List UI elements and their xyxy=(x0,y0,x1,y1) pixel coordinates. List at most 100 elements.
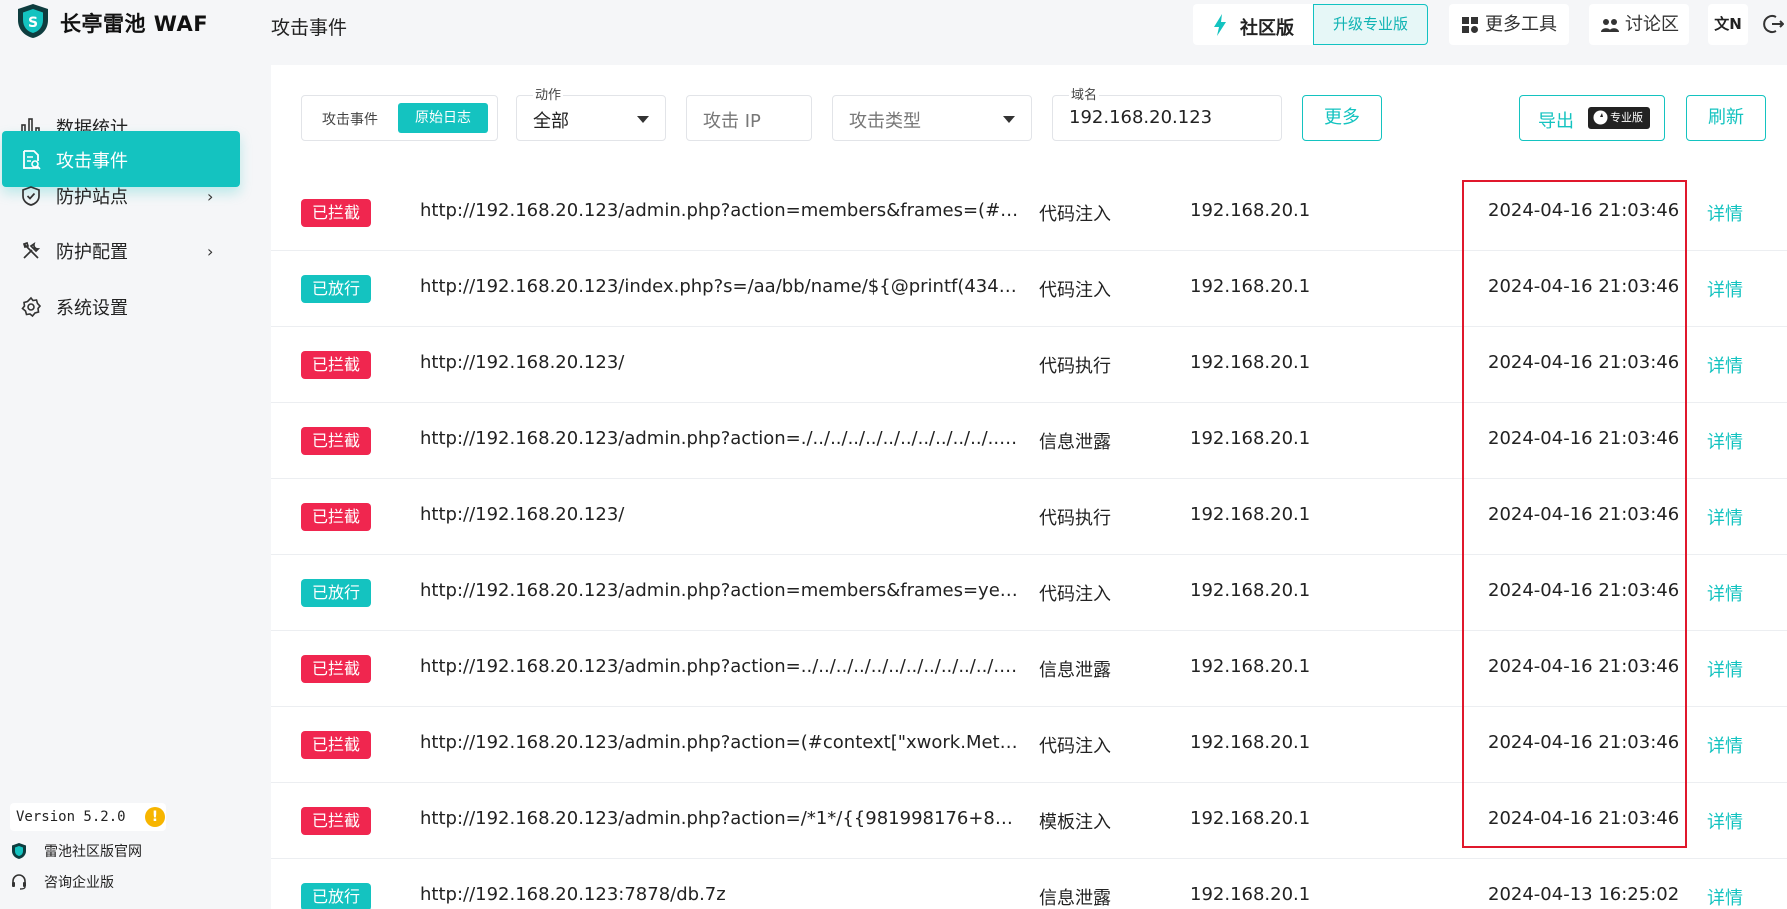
status-badge: 已拦截 xyxy=(301,807,371,835)
forum-label: 讨论区 xyxy=(1625,14,1679,35)
community-edition-label: 社区版 xyxy=(1240,18,1294,39)
source-ip: 192.168.20.1 xyxy=(1190,732,1311,753)
detail-link[interactable]: 详情 xyxy=(1707,808,1757,834)
sidebar-item-protected-sites[interactable]: 防护站点 › xyxy=(2,167,240,223)
enterprise-consult-label: 咨询企业版 xyxy=(44,875,114,891)
grid-icon xyxy=(1462,17,1478,33)
table-row[interactable]: 已放行 http://192.168.20.123/admin.php?actio… xyxy=(271,555,1787,631)
table-row[interactable]: 已拦截 http://192.168.20.123/admin.php?actio… xyxy=(271,707,1787,783)
action-select[interactable]: 动作 全部 xyxy=(516,84,666,141)
event-time: 2024-04-16 21:03:46 xyxy=(1488,352,1680,373)
detail-link[interactable]: 详情 xyxy=(1707,352,1757,378)
detail-link[interactable]: 详情 xyxy=(1707,276,1757,302)
safeline-logo: S xyxy=(18,4,48,38)
attack-type: 代码注入 xyxy=(1039,280,1111,301)
detail-link[interactable]: 详情 xyxy=(1707,656,1757,682)
segment-raw-logs[interactable]: 原始日志 xyxy=(398,103,488,133)
pro-badge-label: 专业版 xyxy=(1610,111,1643,124)
table-row[interactable]: 已放行 http://192.168.20.123/index.php?s=/aa… xyxy=(271,251,1787,327)
attack-type: 代码执行 xyxy=(1039,356,1111,377)
request-url: http://192.168.20.123:7878/db.7z xyxy=(420,884,726,905)
source-ip: 192.168.20.1 xyxy=(1190,428,1311,449)
source-ip: 192.168.20.1 xyxy=(1190,580,1311,601)
status-badge: 已拦截 xyxy=(301,351,371,379)
event-time: 2024-04-16 21:03:46 xyxy=(1488,808,1680,829)
event-time: 2024-04-16 21:03:46 xyxy=(1488,504,1680,525)
version-label: Version 5.2.0 xyxy=(16,809,126,825)
more-tools-button[interactable]: 更多工具 xyxy=(1449,4,1569,45)
event-time: 2024-04-13 16:25:02 xyxy=(1488,884,1680,905)
request-url: http://192.168.20.123/ xyxy=(420,352,625,373)
attack-type: 信息泄露 xyxy=(1039,432,1111,453)
tools-icon xyxy=(22,241,41,259)
request-url: http://192.168.20.123/admin.php?action=(… xyxy=(420,732,1020,753)
table-row[interactable]: 已拦截 http://192.168.20.123/代码执行 192.168.20.… xyxy=(271,479,1787,555)
update-alert-icon[interactable]: ! xyxy=(145,807,165,827)
source-ip: 192.168.20.1 xyxy=(1190,352,1311,373)
attack-type-placeholder: 攻击类型 xyxy=(849,111,921,132)
table-row[interactable]: 已拦截 http://192.168.20.123/admin.php?actio… xyxy=(271,783,1787,859)
event-time: 2024-04-16 21:03:46 xyxy=(1488,276,1680,297)
caret-down-icon xyxy=(1003,116,1015,123)
sidebar-item-system-settings[interactable]: 系统设置 xyxy=(2,278,240,334)
detail-link[interactable]: 详情 xyxy=(1707,504,1757,530)
attack-type: 信息泄露 xyxy=(1039,660,1111,681)
source-ip: 192.168.20.1 xyxy=(1190,504,1311,525)
language-toggle-button[interactable]: 文N xyxy=(1708,4,1748,45)
forum-button[interactable]: 讨论区 xyxy=(1589,4,1689,45)
more-filters-button[interactable]: 更多 xyxy=(1302,95,1382,141)
export-button[interactable]: 导出 专业版 xyxy=(1519,95,1665,141)
svg-text:S: S xyxy=(28,15,38,31)
detail-link[interactable]: 详情 xyxy=(1707,732,1757,758)
request-url: http://192.168.20.123/admin.php?action=/… xyxy=(420,808,1020,829)
detail-link[interactable]: 详情 xyxy=(1707,428,1757,454)
detail-link[interactable]: 详情 xyxy=(1707,200,1757,226)
status-badge: 已拦截 xyxy=(301,503,371,531)
users-icon xyxy=(1601,19,1619,32)
detail-link[interactable]: 详情 xyxy=(1707,580,1757,606)
domain-input[interactable]: 域名 192.168.20.123 xyxy=(1052,84,1282,141)
status-badge: 已拦截 xyxy=(301,427,371,455)
status-badge: 已拦截 xyxy=(301,655,371,683)
attack-type-select[interactable]: 攻击类型 xyxy=(832,95,1032,141)
attack-type: 代码注入 xyxy=(1039,584,1111,605)
event-time: 2024-04-16 21:03:46 xyxy=(1488,580,1680,601)
attack-type: 代码执行 xyxy=(1039,508,1111,529)
request-url: http://192.168.20.123/ xyxy=(420,504,625,525)
status-badge: 已放行 xyxy=(301,883,371,909)
detail-link[interactable]: 详情 xyxy=(1707,884,1757,909)
sidebar-item-protection-config[interactable]: 防护配置 › xyxy=(2,222,240,278)
attack-ip-input[interactable]: 攻击 IP xyxy=(686,95,812,141)
refresh-button[interactable]: 刷新 xyxy=(1686,95,1766,141)
status-badge: 已拦截 xyxy=(301,199,371,227)
more-tools-label: 更多工具 xyxy=(1485,14,1557,35)
segment-attack-events[interactable]: 攻击事件 xyxy=(322,109,378,129)
request-url: http://192.168.20.123/admin.php?action=m… xyxy=(420,200,1020,221)
sidebar-item-label: 防护站点 xyxy=(56,187,128,208)
table-row[interactable]: 已拦截 http://192.168.20.123/admin.php?actio… xyxy=(271,403,1787,479)
upgrade-pro-button[interactable]: 升级专业版 xyxy=(1313,4,1428,45)
action-select-value: 全部 xyxy=(533,111,569,132)
caret-down-icon xyxy=(637,116,649,123)
table-row[interactable]: 已拦截 http://192.168.20.123/代码执行 192.168.20.… xyxy=(271,327,1787,403)
attack-type: 模板注入 xyxy=(1039,812,1111,833)
domain-input-label: 域名 xyxy=(1069,84,1100,103)
request-url: http://192.168.20.123/index.php?s=/aa/bb… xyxy=(420,276,1020,297)
request-url: http://192.168.20.123/admin.php?action=m… xyxy=(420,580,1020,601)
gear-icon xyxy=(21,296,42,318)
table-row[interactable]: 已拦截 http://192.168.20.123/admin.php?actio… xyxy=(271,631,1787,707)
source-ip: 192.168.20.1 xyxy=(1190,884,1311,905)
lightning-icon xyxy=(1214,14,1226,36)
attack-ip-placeholder: 攻击 IP xyxy=(703,111,761,132)
table-row[interactable]: 已拦截 http://192.168.20.123/admin.php?actio… xyxy=(271,175,1787,251)
chevron-right-icon: › xyxy=(207,187,214,206)
table-row[interactable]: 已放行 http://192.168.20.123:7878/db.7z 信息泄露 1… xyxy=(271,859,1787,909)
main-panel: 攻击事件 原始日志 动作 全部 攻击 IP 攻击类型 域名 192.168.20… xyxy=(271,65,1787,909)
chevron-right-icon: › xyxy=(207,242,214,261)
headset-icon xyxy=(12,874,26,890)
logout-icon[interactable] xyxy=(1762,13,1784,35)
source-ip: 192.168.20.1 xyxy=(1190,200,1311,221)
official-site-label: 雷池社区版官网 xyxy=(44,844,142,860)
event-time: 2024-04-16 21:03:46 xyxy=(1488,200,1680,221)
source-ip: 192.168.20.1 xyxy=(1190,276,1311,297)
